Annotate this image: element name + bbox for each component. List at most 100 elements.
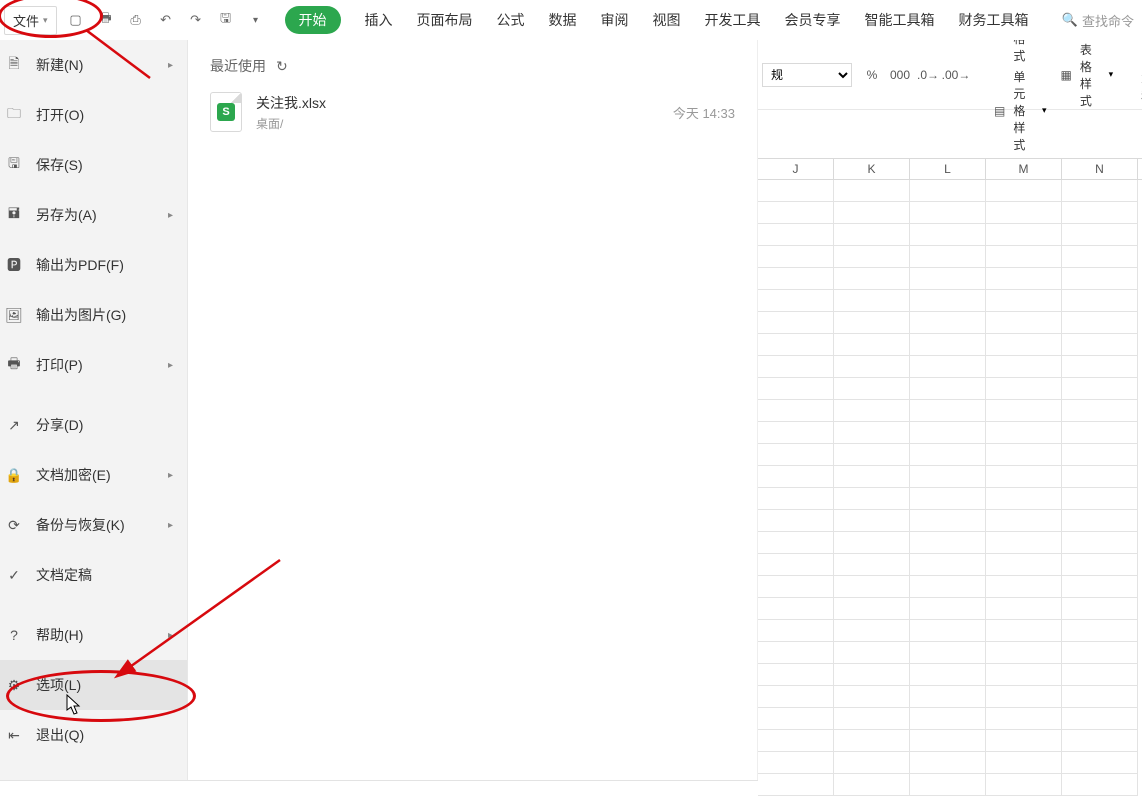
cell[interactable] <box>1062 554 1138 576</box>
tab-start[interactable]: 开始 <box>285 6 341 34</box>
cell[interactable] <box>986 532 1062 554</box>
cell[interactable] <box>1062 290 1138 312</box>
cell[interactable] <box>1062 246 1138 268</box>
grid-row[interactable] <box>758 730 1142 752</box>
cell[interactable] <box>834 510 910 532</box>
cell[interactable] <box>834 708 910 730</box>
cell[interactable] <box>1062 642 1138 664</box>
menu-export-image[interactable]: 🖼 输出为图片(G) <box>0 290 187 340</box>
cell[interactable] <box>1062 664 1138 686</box>
grid-row[interactable] <box>758 686 1142 708</box>
cell[interactable] <box>1062 730 1138 752</box>
cell[interactable] <box>986 466 1062 488</box>
cell[interactable] <box>1062 180 1138 202</box>
cell[interactable] <box>758 774 834 796</box>
cell[interactable] <box>1062 202 1138 224</box>
cell[interactable] <box>758 752 834 774</box>
menu-options[interactable]: ⚙ 选项(L) <box>0 660 187 710</box>
cell[interactable] <box>1062 268 1138 290</box>
cell[interactable] <box>910 532 986 554</box>
refresh-icon[interactable]: ↻ <box>276 58 288 75</box>
cell[interactable] <box>1062 378 1138 400</box>
grid-row[interactable] <box>758 224 1142 246</box>
cell[interactable] <box>834 378 910 400</box>
cell[interactable] <box>910 224 986 246</box>
col-header-n[interactable]: N <box>1062 159 1138 179</box>
cell[interactable] <box>758 246 834 268</box>
cell[interactable] <box>758 180 834 202</box>
tab-smart-tools[interactable]: 智能工具箱 <box>865 6 935 34</box>
cell[interactable] <box>834 312 910 334</box>
cell[interactable] <box>834 620 910 642</box>
cell[interactable] <box>834 246 910 268</box>
grid-row[interactable] <box>758 532 1142 554</box>
cell[interactable] <box>910 598 986 620</box>
cell[interactable] <box>986 664 1062 686</box>
save-quick-icon[interactable]: 🖫 <box>215 9 237 31</box>
cell[interactable] <box>834 576 910 598</box>
cell[interactable] <box>834 664 910 686</box>
cell[interactable] <box>910 202 986 224</box>
grid-row[interactable] <box>758 664 1142 686</box>
menu-print[interactable]: 🖶 打印(P) ▸ <box>0 340 187 390</box>
cell[interactable] <box>986 686 1062 708</box>
cell[interactable] <box>986 510 1062 532</box>
cell[interactable] <box>758 422 834 444</box>
cell[interactable] <box>758 290 834 312</box>
tab-insert[interactable]: 插入 <box>365 6 393 34</box>
cell[interactable] <box>1062 488 1138 510</box>
grid-row[interactable] <box>758 422 1142 444</box>
grid-row[interactable] <box>758 180 1142 202</box>
cell[interactable] <box>986 290 1062 312</box>
cell[interactable] <box>1062 576 1138 598</box>
cell[interactable] <box>986 730 1062 752</box>
cell[interactable] <box>834 686 910 708</box>
cell[interactable] <box>758 378 834 400</box>
spreadsheet-grid[interactable]: J K L M N <box>758 158 1142 810</box>
cell[interactable] <box>986 378 1062 400</box>
cell[interactable] <box>986 642 1062 664</box>
grid-row[interactable] <box>758 290 1142 312</box>
cell[interactable] <box>834 554 910 576</box>
cell[interactable] <box>834 466 910 488</box>
cell[interactable] <box>1062 686 1138 708</box>
cell[interactable] <box>834 642 910 664</box>
tab-vip[interactable]: 会员专享 <box>785 6 841 34</box>
cell[interactable] <box>834 774 910 796</box>
cell[interactable] <box>758 730 834 752</box>
cell[interactable] <box>758 312 834 334</box>
cell[interactable] <box>910 686 986 708</box>
cell[interactable] <box>986 752 1062 774</box>
cell[interactable] <box>986 488 1062 510</box>
grid-row[interactable] <box>758 598 1142 620</box>
cell[interactable] <box>910 378 986 400</box>
grid-row[interactable] <box>758 576 1142 598</box>
cell[interactable] <box>986 598 1062 620</box>
cell[interactable] <box>1062 620 1138 642</box>
cell[interactable] <box>986 356 1062 378</box>
menu-backup[interactable]: ⟳ 备份与恢复(K) ▸ <box>0 500 187 550</box>
tab-page-layout[interactable]: 页面布局 <box>417 6 473 34</box>
cell[interactable] <box>758 400 834 422</box>
cell[interactable] <box>986 774 1062 796</box>
menu-save[interactable]: 🖫 保存(S) <box>0 140 187 190</box>
cell[interactable] <box>834 224 910 246</box>
tab-data[interactable]: 数据 <box>549 6 577 34</box>
cell[interactable] <box>1062 598 1138 620</box>
cell[interactable] <box>758 554 834 576</box>
menu-export-pdf[interactable]: 🅿 输出为PDF(F) <box>0 240 187 290</box>
cell[interactable] <box>1062 752 1138 774</box>
cell[interactable] <box>910 576 986 598</box>
grid-row[interactable] <box>758 444 1142 466</box>
cell[interactable] <box>910 180 986 202</box>
cell[interactable] <box>910 708 986 730</box>
cell[interactable] <box>1062 708 1138 730</box>
undo-icon[interactable]: ↶ <box>155 9 177 31</box>
cell[interactable] <box>758 642 834 664</box>
grid-body[interactable] <box>758 180 1142 796</box>
cell[interactable] <box>1062 774 1138 796</box>
cell[interactable] <box>986 422 1062 444</box>
cell[interactable] <box>910 642 986 664</box>
menu-exit[interactable]: ⇤ 退出(Q) <box>0 710 187 760</box>
cell[interactable] <box>758 268 834 290</box>
